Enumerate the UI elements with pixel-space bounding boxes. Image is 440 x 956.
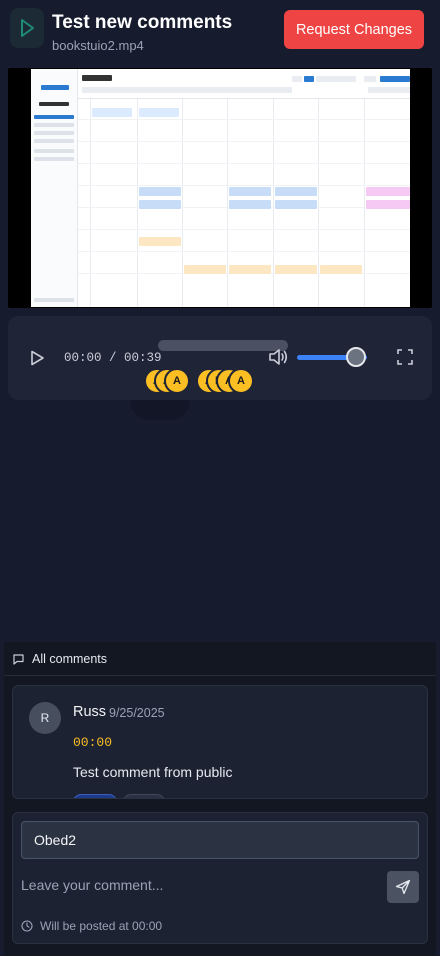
fullscreen-icon[interactable]	[397, 349, 413, 365]
video-event	[229, 187, 271, 196]
video-toolbar-item	[304, 76, 314, 82]
video-toolbar	[78, 69, 410, 99]
comments-header-label: All comments	[32, 652, 108, 666]
video-event	[275, 200, 317, 209]
comment-date: 9/25/2025	[109, 706, 165, 720]
file-name: bookstuio2.mp4	[52, 38, 144, 53]
comment-form: Will be posted at 00:00	[12, 812, 428, 944]
video-event	[275, 265, 317, 274]
video-nav-item	[34, 115, 74, 119]
request-changes-button[interactable]: Request Changes	[284, 10, 424, 49]
comments-panel: All comments R Russ 9/25/2025 00:00 Test…	[4, 642, 436, 956]
video-nav-item	[34, 157, 74, 161]
video-event	[320, 265, 362, 274]
comment-marker[interactable]: A	[164, 368, 190, 394]
send-icon	[395, 879, 411, 895]
video-grid-line	[90, 99, 91, 307]
video-logo	[41, 85, 69, 90]
comments-header: All comments	[4, 642, 436, 676]
video-grid-line	[78, 119, 410, 120]
message-icon	[13, 654, 24, 665]
avatar: R	[29, 702, 61, 734]
video-grid-line	[364, 99, 365, 307]
video-grid-line	[273, 99, 274, 307]
video-event	[92, 108, 132, 117]
video-event	[139, 108, 179, 117]
video-nav-item	[34, 149, 74, 153]
comment-action-button[interactable]	[123, 794, 165, 798]
video-toolbar-item	[368, 87, 410, 93]
clock-icon	[21, 920, 33, 932]
marker-shadow	[130, 400, 190, 420]
comment-timestamp[interactable]: 00:00	[73, 735, 112, 750]
send-button[interactable]	[387, 871, 419, 903]
post-hint-text: Will be posted at 00:00	[40, 919, 163, 933]
video-frame	[31, 69, 410, 307]
video-sidebar	[31, 69, 78, 307]
comment-action-button[interactable]	[73, 794, 117, 798]
play-icon[interactable]	[28, 349, 46, 367]
video-toolbar-item	[292, 76, 302, 82]
video-user	[34, 298, 74, 302]
volume-handle[interactable]	[346, 347, 366, 367]
video-event	[139, 187, 181, 196]
video-studio-name	[39, 102, 69, 106]
video-event	[366, 200, 410, 209]
video-event	[184, 265, 226, 274]
video-toolbar-item	[82, 75, 112, 81]
video-grid-line	[182, 99, 183, 307]
name-input[interactable]	[21, 821, 419, 859]
video-grid-line	[137, 99, 138, 307]
video-toolbar-item	[82, 87, 292, 93]
video-event	[229, 265, 271, 274]
page-title: Test new comments	[52, 12, 233, 33]
video-event	[139, 237, 181, 246]
video-grid-line	[227, 99, 228, 307]
video-grid-line	[78, 163, 410, 164]
video-grid-line	[78, 251, 410, 252]
video-event	[229, 200, 271, 209]
video-grid-line	[78, 141, 410, 142]
comment-input[interactable]	[21, 873, 381, 897]
video-nav-item	[34, 123, 74, 127]
video-player[interactable]	[8, 68, 432, 308]
video-event	[366, 187, 410, 196]
app-logo	[10, 8, 44, 48]
comment-text: Test comment from public	[73, 764, 233, 780]
volume-icon[interactable]	[268, 348, 288, 366]
video-event	[139, 200, 181, 209]
video-toolbar-item	[380, 76, 410, 82]
comment-marker[interactable]: A	[228, 368, 254, 394]
video-nav-item	[34, 131, 74, 135]
video-toolbar-item	[316, 76, 356, 82]
video-grid-line	[78, 229, 410, 230]
video-grid-line	[318, 99, 319, 307]
video-grid-line	[78, 185, 410, 186]
player-controls: 00:00 / 00:39 AAAARAA	[8, 316, 432, 400]
header: Test new comments bookstuio2.mp4 Request…	[0, 0, 440, 60]
play-logo-icon	[21, 19, 34, 37]
video-nav-item	[34, 139, 74, 143]
video-event	[275, 187, 317, 196]
video-toolbar-item	[364, 76, 376, 82]
comment-author: Russ	[73, 704, 107, 720]
video-calendar-grid	[78, 99, 410, 307]
comment-card: R Russ 9/25/2025 00:00 Test comment from…	[12, 685, 428, 799]
post-hint: Will be posted at 00:00	[21, 919, 162, 933]
time-display: 00:00 / 00:39	[64, 351, 162, 365]
